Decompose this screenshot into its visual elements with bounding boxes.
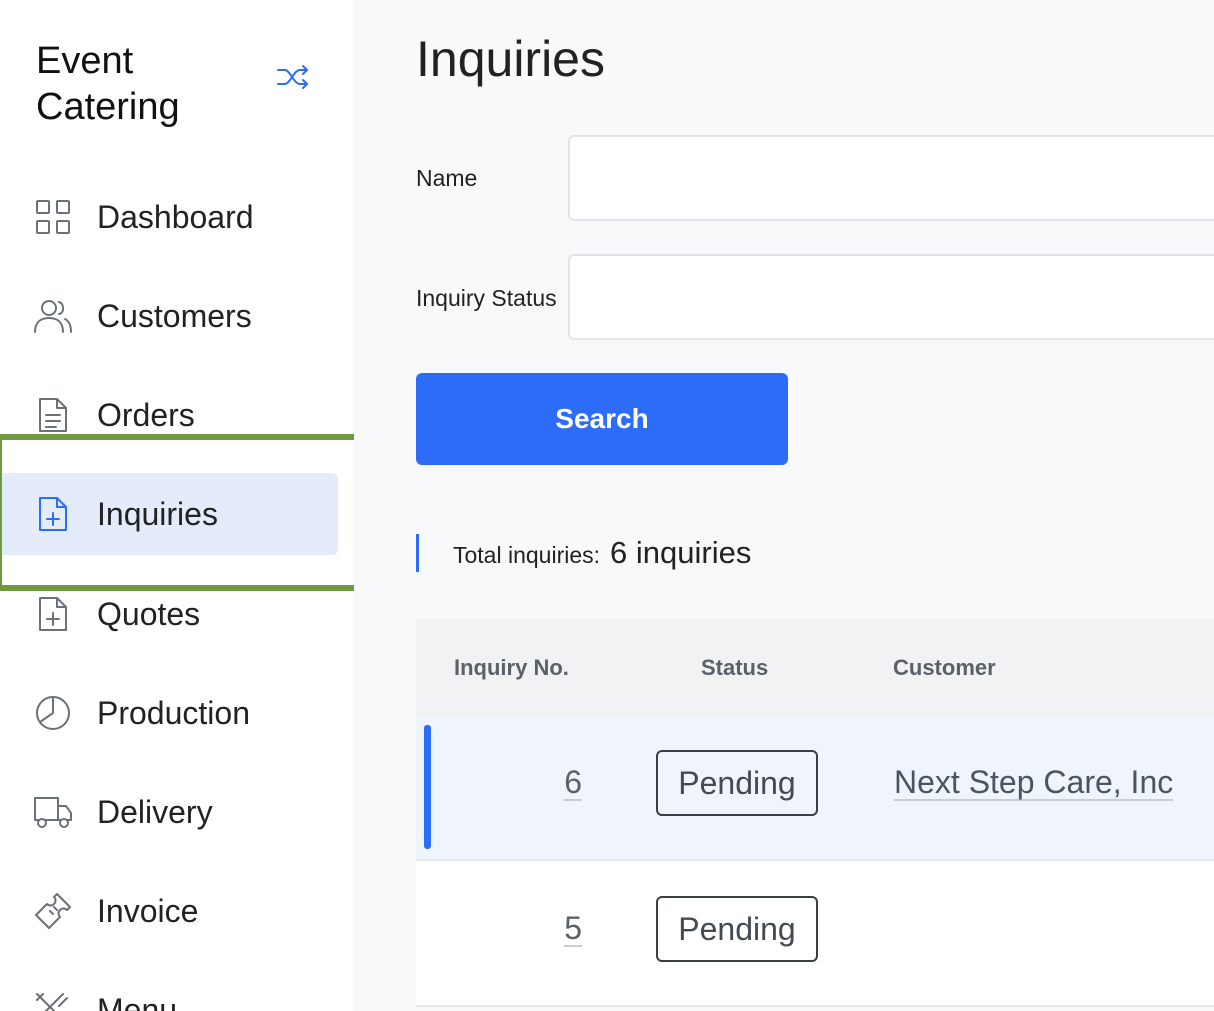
sidebar-item-dashboard[interactable]: Dashboard: [0, 176, 338, 258]
inquiries-table: Inquiry No. Status Customer 6 Pending Ne…: [416, 619, 1214, 1007]
total-inquiries: Total inquiries: 6 inquiries: [416, 534, 751, 572]
name-label: Name: [416, 165, 478, 191]
sidebar-item-label: Production: [97, 694, 250, 731]
users-icon: [33, 296, 73, 336]
pie-chart-icon: [33, 693, 73, 733]
sidebar-item-label: Dashboard: [97, 198, 254, 235]
ticket-icon: [33, 891, 73, 931]
sidebar-item-orders[interactable]: Orders: [0, 374, 338, 456]
sidebar-item-production[interactable]: Production: [0, 672, 338, 754]
sidebar-item-invoice[interactable]: Invoice: [0, 870, 338, 952]
grid-icon: [33, 197, 73, 237]
app-title-line2: Catering: [36, 86, 180, 128]
inquiry-number-link[interactable]: 6: [564, 765, 582, 801]
header-customer[interactable]: Customer: [893, 655, 996, 681]
table-row[interactable]: 5 Pending: [416, 861, 1214, 1007]
truck-icon: [33, 792, 73, 832]
total-value: 6 inquiries: [610, 535, 752, 570]
sidebar-item-quotes[interactable]: Quotes: [0, 573, 338, 655]
sidebar-item-menu[interactable]: Menu: [0, 969, 338, 1011]
main-content: Inquiries Name Inquiry Status Search Tot…: [354, 0, 1214, 1011]
page-title: Inquiries: [416, 31, 605, 87]
header-status[interactable]: Status: [701, 655, 768, 681]
name-input[interactable]: [568, 135, 1214, 221]
sidebar-item-label: Customers: [97, 297, 252, 334]
document-icon: [33, 395, 73, 435]
inquiry-status-label: Inquiry Status: [416, 285, 557, 311]
app-title: Event Catering: [36, 38, 180, 130]
table-header: Inquiry No. Status Customer: [416, 619, 1214, 715]
shuffle-icon[interactable]: [276, 64, 310, 90]
file-plus-icon: [33, 494, 73, 534]
customer-link[interactable]: Next Step Care, Inc: [894, 765, 1174, 801]
utensils-icon: [33, 990, 73, 1011]
sidebar: Event Catering Dashboard Customers Order…: [0, 0, 370, 1011]
app-title-line1: Event: [36, 40, 134, 82]
sidebar-item-inquiries[interactable]: Inquiries: [0, 473, 338, 555]
sidebar-item-label: Orders: [97, 396, 195, 433]
sidebar-item-label: Invoice: [97, 892, 199, 929]
header-inquiry-no[interactable]: Inquiry No.: [454, 655, 569, 681]
row-selected-indicator: [424, 725, 431, 849]
inquiry-status-field[interactable]: [568, 254, 1214, 340]
status-badge: Pending: [656, 750, 818, 816]
sidebar-item-customers[interactable]: Customers: [0, 275, 338, 357]
sidebar-item-label: Menu: [97, 991, 178, 1011]
total-label: Total inquiries:: [453, 541, 601, 568]
sidebar-item-delivery[interactable]: Delivery: [0, 771, 338, 853]
sidebar-item-label: Delivery: [97, 793, 213, 830]
table-row[interactable]: 6 Pending Next Step Care, Inc: [416, 715, 1214, 861]
sidebar-item-label: Inquiries: [97, 495, 218, 532]
inquiry-number-link[interactable]: 5: [564, 911, 582, 947]
search-button[interactable]: Search: [416, 373, 788, 465]
status-badge: Pending: [656, 896, 818, 962]
sidebar-item-label: Quotes: [97, 595, 201, 632]
file-plus-icon: [33, 594, 73, 634]
